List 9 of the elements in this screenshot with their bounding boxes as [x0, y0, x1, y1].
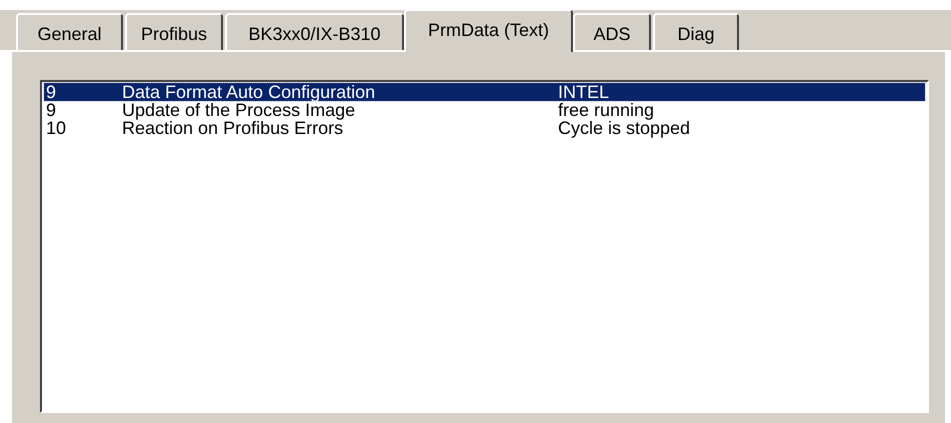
- tab[interactable]: Diag: [653, 13, 739, 50]
- tab[interactable]: Profibus: [125, 13, 223, 50]
- list-row[interactable]: 9 Update of the Process Image free running: [44, 101, 925, 119]
- tab[interactable]: General: [16, 13, 123, 50]
- list-row[interactable]: 10 Reaction on Profibus Errors Cycle is stopped: [44, 119, 925, 137]
- tab[interactable]: ADS: [573, 13, 651, 50]
- tab[interactable]: PrmData (Text): [404, 9, 573, 52]
- tab[interactable]: BK3xx0/IX-B310: [225, 13, 404, 50]
- list-row[interactable]: 9 Data Format Auto Configuration INTEL: [44, 83, 925, 101]
